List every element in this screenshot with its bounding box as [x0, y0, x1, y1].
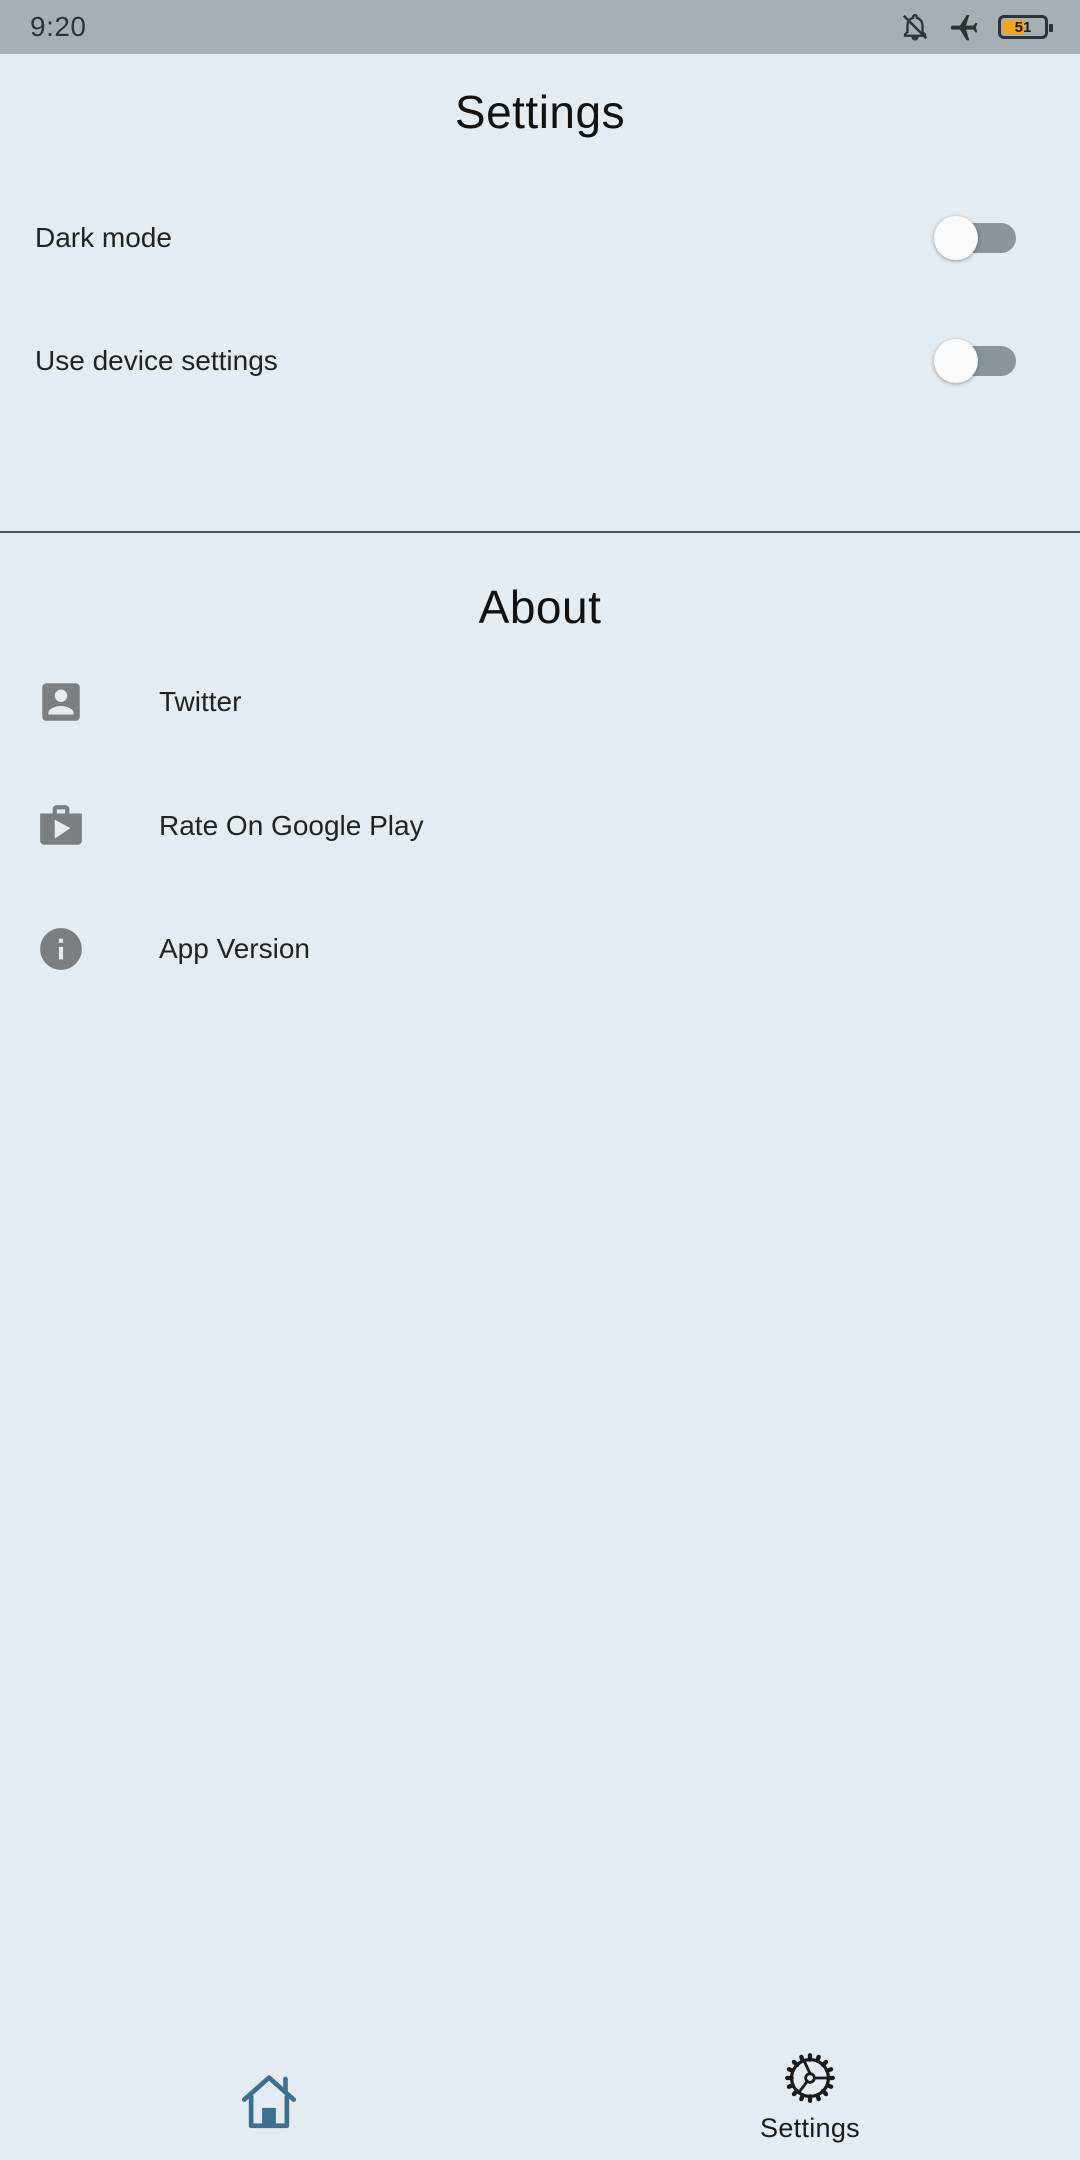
settings-title: Settings [454, 86, 626, 138]
about-item-rate[interactable]: Rate On Google Play [0, 776, 1080, 876]
info-icon [36, 924, 86, 974]
battery-icon: 51 [998, 15, 1053, 39]
about-item-twitter[interactable]: Twitter [0, 652, 1080, 752]
about-item-version[interactable]: App Version [0, 899, 1080, 999]
bottom-nav: Settings [0, 2040, 1080, 2160]
status-bar: 9:20 51 [0, 0, 1080, 54]
about-title: About [478, 581, 602, 633]
bell-off-icon [900, 12, 930, 42]
airplane-icon [948, 11, 980, 43]
dark-mode-row[interactable]: Dark mode [0, 188, 1080, 288]
settings-screen: 9:20 51 Settings Dark mode Use device se… [0, 0, 1080, 2160]
app-version-label: App Version [159, 933, 310, 964]
nav-home[interactable] [236, 2068, 302, 2134]
account-box-icon [36, 677, 86, 727]
status-icons: 51 [900, 11, 1053, 43]
section-divider [0, 531, 1080, 533]
battery-level: 51 [1014, 18, 1032, 36]
device-settings-switch[interactable] [934, 337, 1018, 385]
settings-icon [784, 2052, 836, 2109]
switch-knob[interactable] [934, 216, 978, 260]
dark-mode-switch[interactable] [934, 214, 1018, 262]
dark-mode-label: Dark mode [35, 222, 172, 253]
device-settings-row[interactable]: Use device settings [0, 311, 1080, 411]
twitter-label: Twitter [159, 686, 242, 717]
switch-knob[interactable] [934, 339, 978, 383]
rate-label: Rate On Google Play [159, 810, 424, 841]
status-time: 9:20 [30, 11, 87, 42]
home-icon [236, 2075, 302, 2138]
shop-icon [36, 801, 86, 851]
device-settings-label: Use device settings [35, 345, 278, 376]
nav-settings-label: Settings [760, 2113, 860, 2143]
nav-settings[interactable]: Settings [740, 2052, 880, 2152]
